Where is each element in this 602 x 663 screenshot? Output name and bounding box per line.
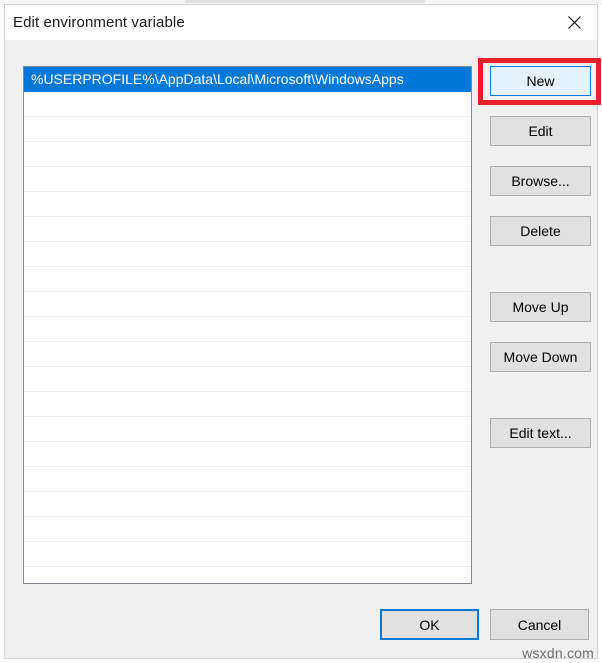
list-item[interactable] xyxy=(24,167,471,192)
list-item[interactable] xyxy=(24,567,471,583)
list-item[interactable] xyxy=(24,217,471,242)
delete-button[interactable]: Delete xyxy=(490,216,591,246)
list-item[interactable] xyxy=(24,392,471,417)
list-item[interactable] xyxy=(24,417,471,442)
edit-button[interactable]: Edit xyxy=(490,116,591,146)
list-item[interactable] xyxy=(24,442,471,467)
background-window-titlebar-sliver xyxy=(185,0,425,3)
edit-text-button[interactable]: Edit text... xyxy=(490,418,591,448)
edit-environment-variable-dialog: Edit environment variable %USERPROFILE%\… xyxy=(4,4,601,659)
list-item[interactable] xyxy=(24,517,471,542)
move-up-button[interactable]: Move Up xyxy=(490,292,591,322)
cancel-button[interactable]: Cancel xyxy=(490,609,589,640)
list-item[interactable] xyxy=(24,242,471,267)
dialog-title: Edit environment variable xyxy=(13,14,185,31)
list-item[interactable] xyxy=(24,92,471,117)
dialog-client-area: %USERPROFILE%\AppData\Local\Microsoft\Wi… xyxy=(5,40,601,658)
list-item[interactable] xyxy=(24,492,471,517)
list-item[interactable] xyxy=(24,292,471,317)
move-down-button[interactable]: Move Down xyxy=(490,342,591,372)
list-item[interactable]: %USERPROFILE%\AppData\Local\Microsoft\Wi… xyxy=(24,67,471,92)
dialog-titlebar: Edit environment variable xyxy=(5,5,597,40)
close-icon[interactable] xyxy=(551,5,597,39)
watermark: wsxdn.com xyxy=(522,645,594,661)
list-item[interactable] xyxy=(24,142,471,167)
path-entries-listbox[interactable]: %USERPROFILE%\AppData\Local\Microsoft\Wi… xyxy=(23,66,472,584)
list-item[interactable] xyxy=(24,342,471,367)
browse-button[interactable]: Browse... xyxy=(490,166,591,196)
list-item[interactable] xyxy=(24,267,471,292)
list-item[interactable] xyxy=(24,192,471,217)
list-item[interactable] xyxy=(24,317,471,342)
list-item[interactable] xyxy=(24,117,471,142)
new-button[interactable]: New xyxy=(490,66,591,96)
list-item[interactable] xyxy=(24,467,471,492)
ok-button[interactable]: OK xyxy=(380,609,479,640)
list-item[interactable] xyxy=(24,367,471,392)
list-item[interactable] xyxy=(24,542,471,567)
